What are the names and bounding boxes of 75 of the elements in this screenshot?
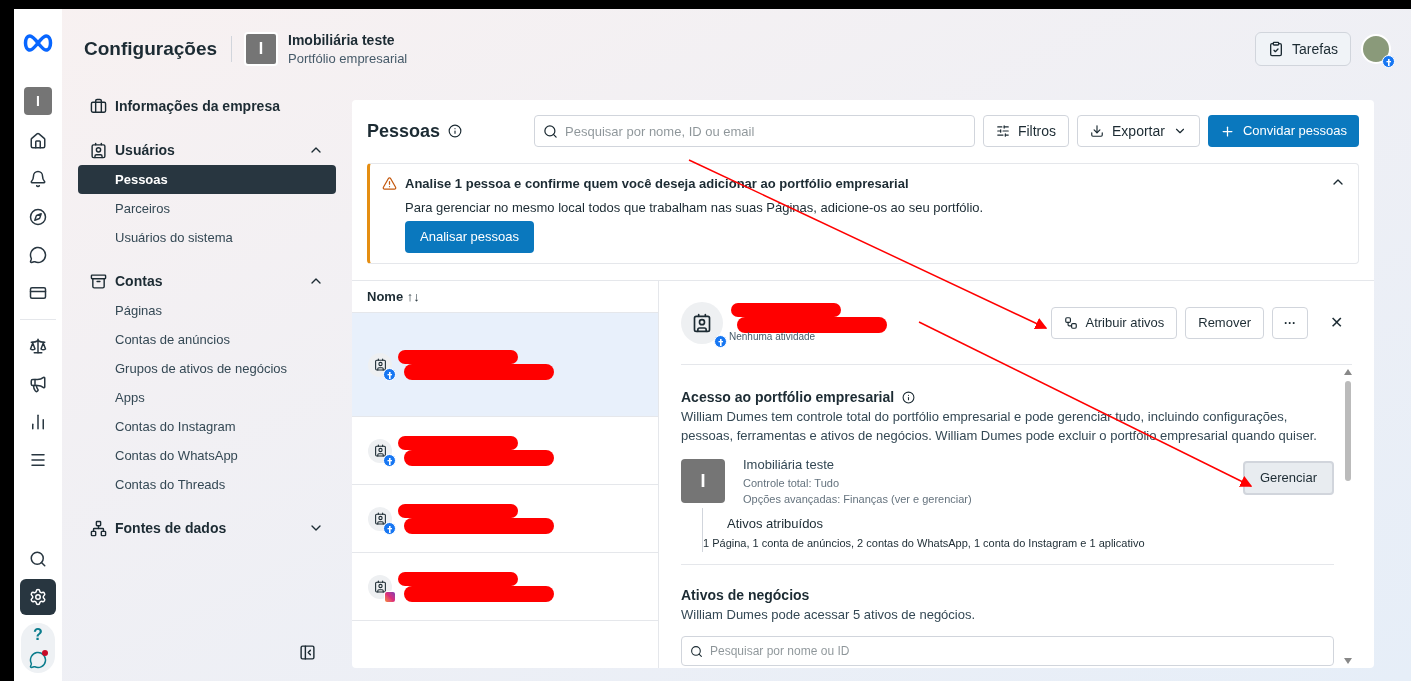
remove-button[interactable]: Remover: [1185, 306, 1264, 339]
section-title: Usuários: [115, 141, 176, 160]
page-title: Configurações: [84, 36, 218, 61]
assigned-assets-title: Ativos atribuídos: [727, 514, 825, 533]
sidebar-section-header[interactable]: Usuários: [78, 135, 336, 165]
sidebar-section-header[interactable]: Contas: [78, 266, 336, 296]
archive-box-icon: [90, 272, 107, 290]
invite-button[interactable]: Convidar pessoas: [1207, 115, 1359, 147]
sidebar-item[interactable]: Contas do Instagram: [78, 412, 336, 441]
business-avatar[interactable]: I: [24, 87, 52, 115]
export-button[interactable]: Exportar: [1077, 115, 1200, 147]
section-title: Contas: [115, 272, 164, 291]
sidebar-section-header[interactable]: Informações da empresa: [78, 91, 336, 121]
portfolio-avatar: I: [681, 459, 725, 503]
people-title: Pessoas: [367, 120, 441, 143]
warning-icon: [382, 176, 397, 191]
user-avatar[interactable]: [1361, 34, 1391, 64]
sidebar-item[interactable]: Pessoas: [78, 165, 336, 194]
collapse-panel-icon[interactable]: [299, 644, 316, 661]
contact-card-icon: [373, 512, 387, 525]
sidebar-item[interactable]: Grupos de ativos de negócios: [78, 354, 336, 383]
sidebar-item[interactable]: Páginas: [78, 296, 336, 325]
tasks-button[interactable]: Tarefas: [1255, 32, 1351, 66]
business-assets-description: William Dumes pode acessar 5 ativos de negócios.: [681, 605, 977, 624]
section-title: Acesso ao portfólio empresarial: [681, 388, 895, 407]
info-icon[interactable]: [902, 390, 916, 404]
id-badge-icon: [90, 141, 107, 159]
help-button[interactable]: ?: [33, 627, 43, 643]
sidebar-item[interactable]: Contas do Threads: [78, 470, 336, 499]
section-title: Fontes de dados: [115, 519, 228, 538]
contact-card-icon: [692, 312, 712, 333]
portfolio-type: Portfólio empresarial: [288, 50, 408, 68]
search-field[interactable]: Pesquisar por nome, ID ou email: [534, 115, 975, 147]
info-icon[interactable]: [448, 124, 463, 138]
review-people-button[interactable]: Analisar pessoas: [405, 221, 534, 253]
filters-button[interactable]: Filtros: [982, 115, 1069, 147]
portfolio-name: Imobiliária teste: [288, 31, 396, 50]
more-button[interactable]: ···: [1272, 306, 1308, 339]
search-icon: [543, 124, 559, 139]
clipboard-check-icon: [1268, 41, 1285, 57]
chat-icon[interactable]: [29, 651, 47, 669]
activity-status: Nenhuma atividade: [729, 330, 817, 344]
sidebar-item[interactable]: Contas do WhatsApp: [78, 441, 336, 470]
contact-card-icon: [373, 444, 387, 457]
settings-icon[interactable]: [20, 579, 56, 615]
sidebar-item[interactable]: Parceiros: [78, 194, 336, 223]
plus-icon: [1219, 123, 1235, 139]
sidebar-item[interactable]: Contas de anúncios: [78, 325, 336, 354]
section-title: Ativos de negócios: [681, 585, 811, 605]
person-row[interactable]: [352, 313, 658, 417]
portfolio-avatar[interactable]: I: [244, 32, 279, 66]
nodes-icon: [90, 519, 107, 537]
close-button[interactable]: ✕: [1320, 306, 1352, 339]
download-icon: [1090, 124, 1104, 138]
portfolio-name: Imobiliária teste: [743, 456, 836, 474]
contact-card-icon: [373, 580, 387, 593]
briefcase-icon: [90, 97, 107, 115]
sidebar-item[interactable]: Apps: [78, 383, 336, 412]
sidebar-item[interactable]: Usuários do sistema: [78, 223, 336, 252]
assign-assets-button[interactable]: Atribuir ativos: [1050, 306, 1178, 339]
facebook-badge-icon: [1382, 55, 1395, 68]
scroll-up-icon[interactable]: [1344, 369, 1352, 375]
search-icon: [690, 645, 703, 658]
manage-button[interactable]: Gerenciar: [1242, 461, 1334, 495]
scroll-down-icon[interactable]: [1344, 658, 1352, 664]
sliders-icon: [995, 124, 1010, 138]
assigned-assets-summary: 1 Página, 1 conta de anúncios, 2 contas do WhatsApp, 1 conta do Instagram e 1 aplicativo: [703, 536, 1146, 551]
advanced-options: Opções avançadas: Finanças (ver e gerenciar): [743, 491, 1243, 508]
asset-search-field[interactable]: Pesquisar por nome ou ID: [681, 636, 1334, 666]
sidebar-section-header[interactable]: Fontes de dados: [78, 513, 336, 543]
control-level: Controle total: Tudo: [743, 475, 840, 491]
nodes-icon: [1063, 315, 1078, 330]
section-title: Informações da empresa: [115, 97, 281, 116]
infinity-logo-icon[interactable]: [22, 33, 54, 53]
contact-card-icon: [373, 358, 387, 371]
